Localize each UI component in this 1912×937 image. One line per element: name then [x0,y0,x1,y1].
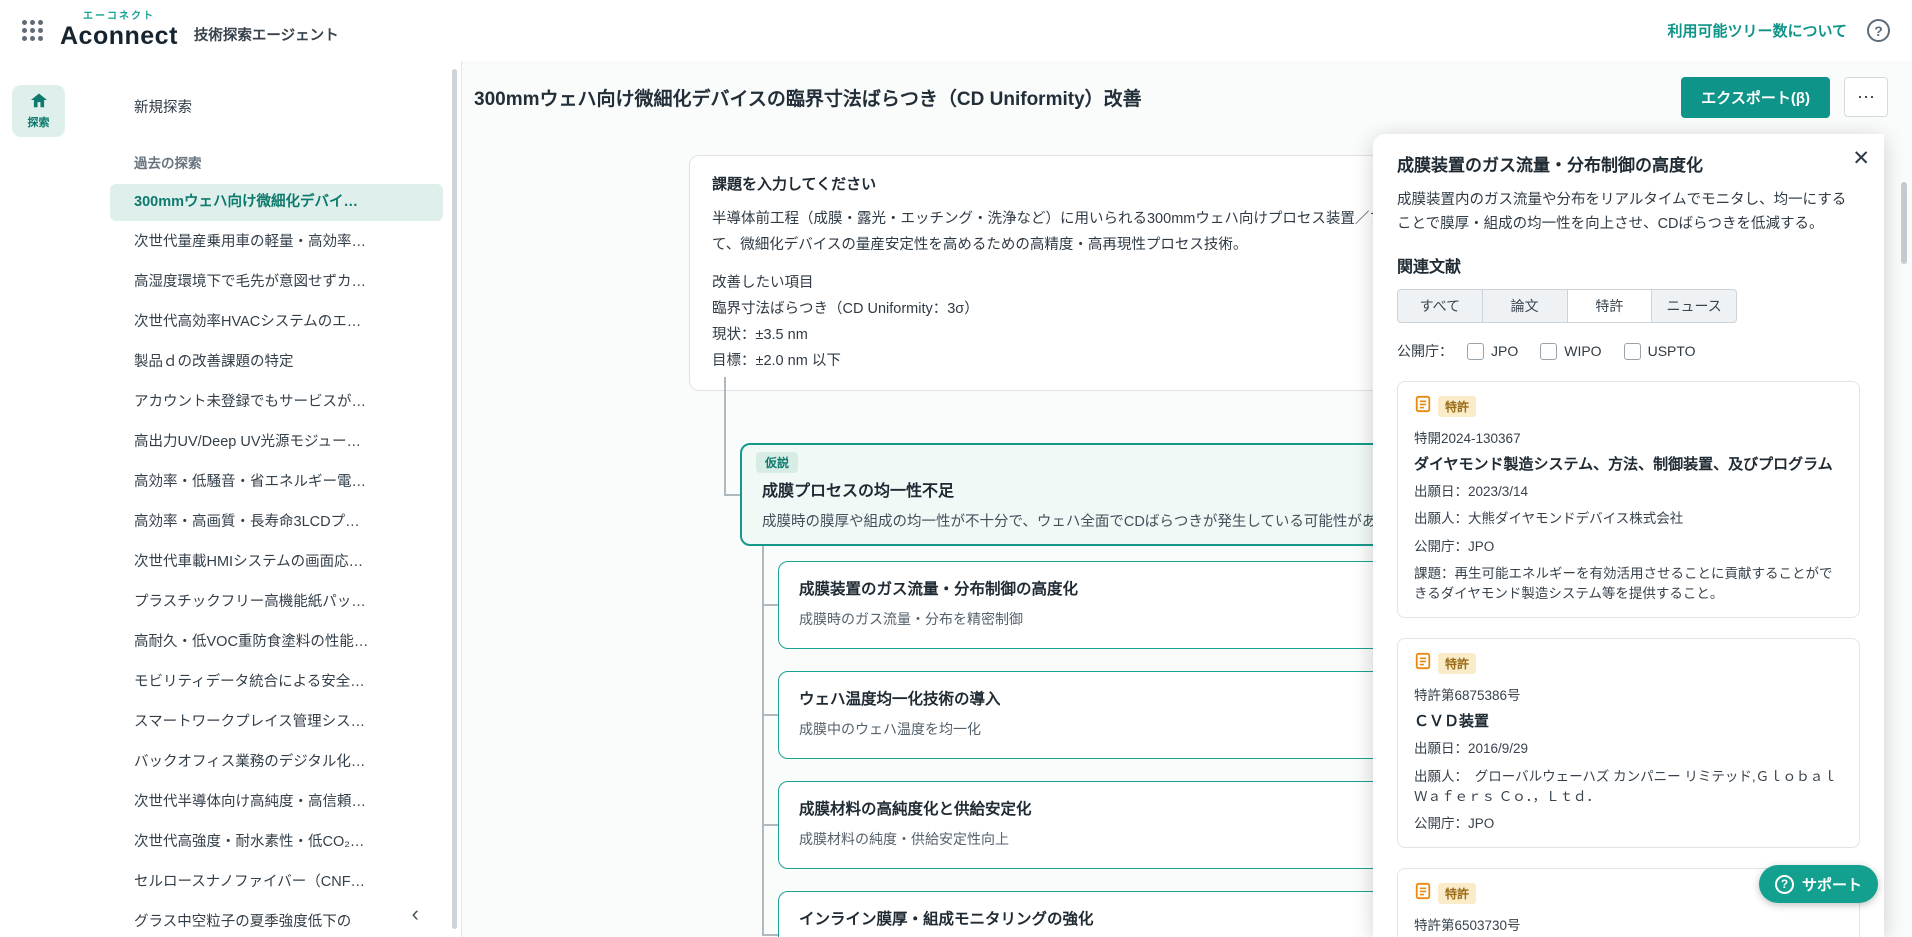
patent-number: 特許第6503730号 [1414,914,1843,934]
top-bar: エーコネクト Aconnect 技術探索エージェント 利用可能ツリー数について … [0,0,1912,61]
help-icon[interactable]: ? [1867,19,1890,42]
patent-filing-date: 出願日：2016/9/29 [1414,739,1843,759]
sidebar: 新規探索 過去の探索 300mmウェハ向け微細化デバイ… 次世代量産乗用車の軽量… [80,61,461,937]
patent-type-badge: 特許 [1438,653,1476,674]
patent-badge-row: 特許 [1414,652,1843,675]
office-filter-label: 公開庁： [1397,341,1453,361]
export-button[interactable]: エクスポート(β) [1681,77,1830,118]
patent-type-badge: 特許 [1438,396,1476,417]
patent-badge-row: 特許 [1414,395,1843,418]
question-icon: ? [1775,875,1794,894]
sidebar-item[interactable]: 次世代高強度・耐水素性・低CO₂… [110,824,443,861]
patent-title: ＣＶＤ装置 [1414,711,1843,732]
connector-line [762,824,778,826]
patent-document-icon [1414,882,1432,905]
patent-applicant: 出願人： グローバルウェーハズ カンパニー リミテッド,ＧｌｏｂａｌＷａｆｅｒｓ… [1414,767,1843,808]
nav-rail-explore-button[interactable]: 探索 [12,85,65,137]
checkbox-jpo[interactable] [1467,343,1484,360]
detail-panel-title: 成膜装置のガス流量・分布制御の高度化 [1397,154,1837,178]
patent-document-icon [1414,652,1432,675]
nav-rail: 探索 [0,61,80,937]
panel-scrollbar[interactable] [1901,182,1907,264]
tab-news[interactable]: ニュース [1651,290,1736,322]
app-root: エーコネクト Aconnect 技術探索エージェント 利用可能ツリー数について … [0,0,1912,937]
sidebar-item[interactable]: 高湿度環境下で毛先が意図せずカ… [110,264,443,301]
detail-panel-description: 成膜装置内のガス流量や分布をリアルタイムでモニタし、均一にすることで膜厚・組成の… [1397,188,1860,237]
patent-card[interactable]: 特許 特開2024-130367 ダイヤモンド製造システム、方法、制御装置、及び… [1397,381,1860,618]
sidebar-item[interactable]: プラスチックフリー高機能紙パッ… [110,584,443,621]
patent-card[interactable]: 特許 特許第6875386号 ＣＶＤ装置 出願日：2016/9/29 出願人： … [1397,638,1860,848]
sidebar-collapse-icon[interactable]: ‹ [412,903,419,925]
sidebar-item[interactable]: 製品ｄの改善課題の特定 [110,344,443,381]
sidebar-item[interactable]: 300mmウェハ向け微細化デバイ… [110,184,443,221]
sidebar-item[interactable]: 次世代半導体向け高純度・高信頼… [110,784,443,821]
sidebar-item[interactable]: スマートワークプレイス管理シス… [110,704,443,741]
sidebar-item[interactable]: アカウント未登録でもサービスが… [110,384,443,421]
home-icon [30,92,48,111]
sidebar-item[interactable]: セルロースナノファイバー（CNF… [110,864,443,901]
sidebar-item[interactable]: 次世代量産乗用車の軽量・高効率… [110,224,443,261]
connector-line [724,377,726,494]
main-header: 300mmウェハ向け微細化デバイスの臨界寸法ばらつき（CD Uniformity… [462,61,1912,133]
tab-papers[interactable]: 論文 [1482,290,1567,322]
connector-line [762,934,778,936]
patent-problem: 課題：再生可能エネルギーを有効活用させることに貢献することができるダイヤモンド製… [1414,564,1843,605]
available-trees-link[interactable]: 利用可能ツリー数について [1667,20,1847,41]
sidebar-item[interactable]: モビリティデータ統合による安全… [110,664,443,701]
office-option-label: USPTO [1648,343,1696,359]
topbar-right: 利用可能ツリー数について ? [1667,19,1890,42]
sidebar-item[interactable]: 高耐久・低VOC重防食塗料の性能… [110,624,443,661]
publication-office-filter: 公開庁： JPO WIPO USPTO [1397,341,1860,361]
patent-office: 公開庁：JPO [1414,814,1843,834]
app-subtitle: 技術探索エージェント [194,24,339,45]
tab-patents[interactable]: 特許 [1567,290,1652,322]
close-icon[interactable]: ✕ [1852,148,1870,169]
support-button[interactable]: ? サポート [1759,865,1878,903]
brand-name: Aconnect [60,24,178,49]
patent-number: 特開2024-130367 [1414,427,1843,447]
new-search-button[interactable]: 新規探索 [110,87,443,126]
sidebar-item[interactable]: バックオフィス業務のデジタル化… [110,744,443,781]
page-title: 300mmウェハ向け微細化デバイスの臨界寸法ばらつき（CD Uniformity… [474,84,1142,111]
patent-filing-date: 出願日：2023/3/14 [1414,482,1843,502]
app-grid-icon[interactable] [22,20,44,42]
office-option-label: JPO [1491,343,1518,359]
checkbox-uspto[interactable] [1624,343,1641,360]
sidebar-item[interactable]: 高効率・高画質・長寿命3LCDプ… [110,504,443,541]
connector-line [762,604,778,606]
patent-type-badge: 特許 [1438,883,1476,904]
sidebar-item[interactable]: グラス中空粒子の夏季強度低下の [110,904,443,937]
sidebar-scrollbar[interactable] [452,69,457,929]
patent-title: ダイヤモンド製造システム、方法、制御装置、及びプログラム [1414,454,1843,475]
patent-number: 特許第6875386号 [1414,684,1843,704]
sidebar-item[interactable]: 高効率・低騒音・省エネルギー電… [110,464,443,501]
office-option-uspto[interactable]: USPTO [1624,343,1696,360]
sidebar-item[interactable]: 高出力UV/Deep UV光源モジュー… [110,424,443,461]
patent-office: 公開庁：JPO [1414,537,1843,557]
sidebar-item[interactable]: 次世代高効率HVACシステムのエ… [110,304,443,341]
detail-panel: ✕ 成膜装置のガス流量・分布制御の高度化 成膜装置内のガス流量や分布をリアルタイ… [1373,134,1884,937]
sidebar-item[interactable]: 次世代車載HMIシステムの画面応… [110,544,443,581]
patent-applicant: 出願人：大熊ダイヤモンドデバイス株式会社 [1414,509,1843,529]
connector-line [724,494,740,496]
hypothesis-tag: 仮説 [756,452,798,473]
support-label: サポート [1802,874,1862,895]
nav-rail-explore-label: 探索 [28,114,50,130]
office-option-label: WIPO [1564,343,1601,359]
more-options-button[interactable]: ⋯ [1844,77,1888,117]
office-option-jpo[interactable]: JPO [1467,343,1518,360]
main-actions: エクスポート(β) ⋯ [1681,77,1888,118]
past-searches-list: 300mmウェハ向け微細化デバイ… 次世代量産乗用車の軽量・高効率… 高湿度環境… [110,184,443,937]
past-searches-heading: 過去の探索 [134,152,419,172]
office-option-wipo[interactable]: WIPO [1540,343,1601,360]
brand-logo: エーコネクト Aconnect [60,12,178,49]
brand-katakana: エーコネクト [83,12,155,22]
patent-document-icon [1414,395,1432,418]
connector-line [762,714,778,716]
checkbox-wipo[interactable] [1540,343,1557,360]
document-type-tabs: すべて 論文 特許 ニュース [1397,289,1737,323]
related-documents-heading: 関連文献 [1397,253,1860,277]
tab-all[interactable]: すべて [1398,290,1482,322]
